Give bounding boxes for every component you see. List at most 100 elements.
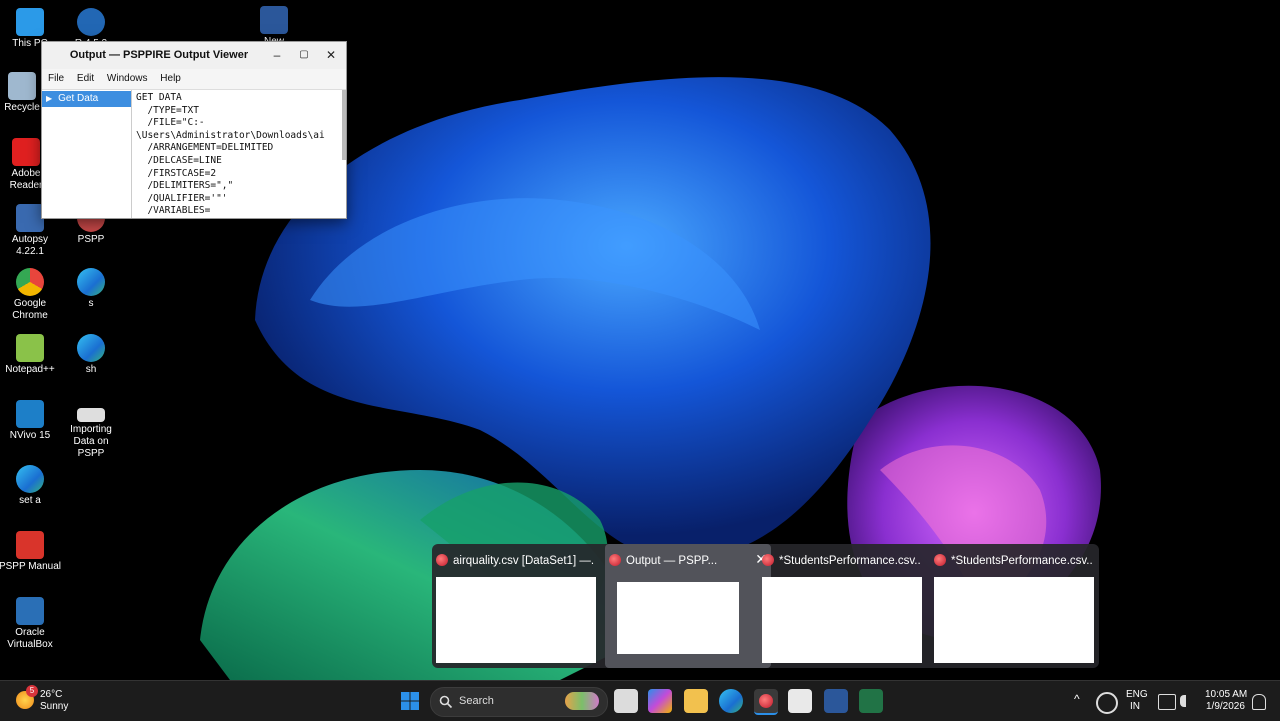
snipping-tool-icon[interactable]: [788, 689, 812, 713]
notepadpp-icon: [16, 334, 44, 362]
desktop-icon-importing-video[interactable]: Importing Data on PSPP: [59, 402, 123, 460]
desktop-icon-edge-sh[interactable]: sh: [59, 334, 123, 376]
syntax-line: /ARRANGEMENT=DELIMITED: [136, 142, 274, 154]
switcher-item-title: *StudentsPerformance.csv...: [951, 555, 1092, 567]
desktop-icon-chrome[interactable]: Google Chrome: [0, 268, 62, 322]
virtualbox-icon: [16, 597, 44, 625]
expand-arrow-icon[interactable]: ▶: [46, 94, 52, 103]
sync-icon[interactable]: [1096, 692, 1118, 714]
pdf-icon: [16, 531, 44, 559]
network-icon[interactable]: [1158, 694, 1176, 710]
clock-time[interactable]: 10:05 AM: [1205, 689, 1247, 701]
clock-date[interactable]: 1/9/2026: [1206, 701, 1245, 713]
word-doc-icon: [260, 6, 288, 34]
menu-file[interactable]: File: [48, 69, 64, 89]
desktop-icon-label: PSPP: [77, 234, 105, 245]
task-view-icon[interactable]: [614, 689, 638, 713]
language-line2[interactable]: IN: [1130, 701, 1140, 713]
edge-icon: [77, 334, 105, 362]
weather-condition: Sunny: [40, 701, 69, 712]
menu-help[interactable]: Help: [160, 69, 181, 89]
r-icon: [77, 8, 105, 36]
syntax-line: \Users\Administrator\Downloads\ai: [136, 129, 325, 141]
window-titlebar[interactable]: Output — PSPPIRE Output Viewer – ▢ ✕: [42, 42, 346, 69]
desktop-icon-label: Oracle VirtualBox: [7, 627, 53, 650]
desktop-icon-label: NVivo 15: [9, 430, 51, 441]
nvivo-icon: [16, 400, 44, 428]
desktop-icon-edge-s[interactable]: s: [59, 268, 123, 310]
search-icon: [439, 695, 453, 709]
recycle-bin-icon: [8, 72, 36, 100]
syntax-line: GET DATA: [136, 92, 182, 103]
taskbar-search[interactable]: Search: [430, 687, 608, 717]
notification-bell-icon[interactable]: [1252, 694, 1266, 710]
switcher-item-students-2[interactable]: *StudentsPerformance.csv...: [930, 544, 1096, 668]
menu-bar: File Edit Windows Help: [42, 69, 346, 90]
pspp-app-icon: [436, 554, 448, 566]
desktop-icon-pspp-manual[interactable]: PSPP Manual: [0, 531, 62, 573]
taskbar-window-switcher: airquality.csv [DataSet1] —... Output — …: [432, 544, 1099, 668]
switcher-item-title: airquality.csv [DataSet1] —...: [453, 555, 594, 567]
desktop-icon-label: set a: [19, 495, 41, 506]
syntax-line: /DELCASE=LINE: [136, 154, 222, 166]
windows-logo-icon: [401, 692, 419, 710]
desktop-icon-label: Importing Data on PSPP: [70, 424, 112, 459]
edge-icon: [77, 268, 105, 296]
window-preview: [436, 577, 596, 663]
desktop-icon-label: Notepad++: [5, 364, 55, 375]
desktop-icon-label: PSPP Manual: [0, 561, 62, 572]
menu-windows[interactable]: Windows: [107, 69, 148, 89]
word-icon[interactable]: [824, 689, 848, 713]
desktop-icon-label: sh: [85, 364, 97, 375]
syntax-line: /VARIABLES=: [136, 205, 211, 217]
syntax-line: /DELIMITERS=",": [136, 180, 234, 192]
syntax-line: /TYPE=TXT: [136, 104, 199, 116]
adobe-reader-icon: [12, 138, 40, 166]
desktop-icon-label: s: [88, 298, 94, 309]
syntax-line: /QUALIFIER='"': [136, 192, 228, 204]
tree-item-get-data[interactable]: ▶ Get Data: [42, 91, 131, 107]
pspp-app-icon: [762, 554, 774, 566]
weather-widget[interactable]: 5 26°C Sunny: [14, 685, 104, 715]
pspp-icon: [759, 694, 773, 708]
weather-temp: 26°C: [40, 689, 63, 700]
language-line1[interactable]: ENG: [1126, 689, 1148, 701]
file-explorer-icon[interactable]: [684, 689, 708, 713]
maximize-button[interactable]: ▢: [293, 45, 315, 65]
pspp-app-icon: [609, 554, 621, 566]
vertical-scrollbar[interactable]: [342, 90, 346, 160]
desktop-icon-notepadpp[interactable]: Notepad++: [0, 334, 62, 376]
excel-icon[interactable]: [859, 689, 883, 713]
close-button[interactable]: ✕: [320, 45, 342, 65]
syntax-line: /FIRSTCASE=2: [136, 167, 217, 179]
syntax-line: /FILE="C:-: [136, 117, 205, 129]
tray-chevron-icon[interactable]: ^: [1074, 693, 1080, 705]
output-tree: ▶ Get Data: [42, 90, 132, 218]
search-highlight-icon: [565, 692, 599, 710]
switcher-item-students-1[interactable]: *StudentsPerformance.csv...: [758, 544, 924, 668]
minimize-button[interactable]: –: [266, 45, 288, 65]
switcher-item-title: Output — PSPP...: [626, 555, 718, 567]
switcher-item-airquality[interactable]: airquality.csv [DataSet1] —...: [432, 544, 598, 668]
menu-edit[interactable]: Edit: [77, 69, 94, 89]
this-pc-icon: [16, 8, 44, 36]
desktop-icon-virtualbox[interactable]: Oracle VirtualBox: [0, 597, 62, 651]
window-preview: [934, 577, 1094, 663]
desktop-icon-edge-set-a[interactable]: set a: [0, 465, 62, 507]
pspp-app-icon: [934, 554, 946, 566]
start-button[interactable]: [398, 689, 422, 713]
desktop-icon-nvivo[interactable]: NVivo 15: [0, 400, 62, 442]
chrome-icon: [16, 268, 44, 296]
window-title: Output — PSPPIRE Output Viewer: [69, 49, 249, 61]
taskbar: 5 26°C Sunny Search ^ ENG IN 10:05 AM 1/…: [0, 680, 1280, 721]
copilot-icon[interactable]: [648, 689, 672, 713]
edge-icon[interactable]: [719, 689, 743, 713]
desktop-icon-label: Autopsy 4.22.1: [11, 234, 49, 257]
pspp-taskbar-icon[interactable]: [754, 689, 778, 715]
speaker-muted-icon[interactable]: [1180, 695, 1198, 707]
switcher-item-output[interactable]: Output — PSPP... ✕: [605, 544, 771, 668]
switcher-item-title: *StudentsPerformance.csv...: [779, 555, 920, 567]
window-preview: [617, 582, 739, 654]
syntax-output: GET DATA /TYPE=TXT /FILE="C:- \Users\Admi…: [132, 90, 346, 218]
tree-item-label: Get Data: [58, 93, 99, 104]
